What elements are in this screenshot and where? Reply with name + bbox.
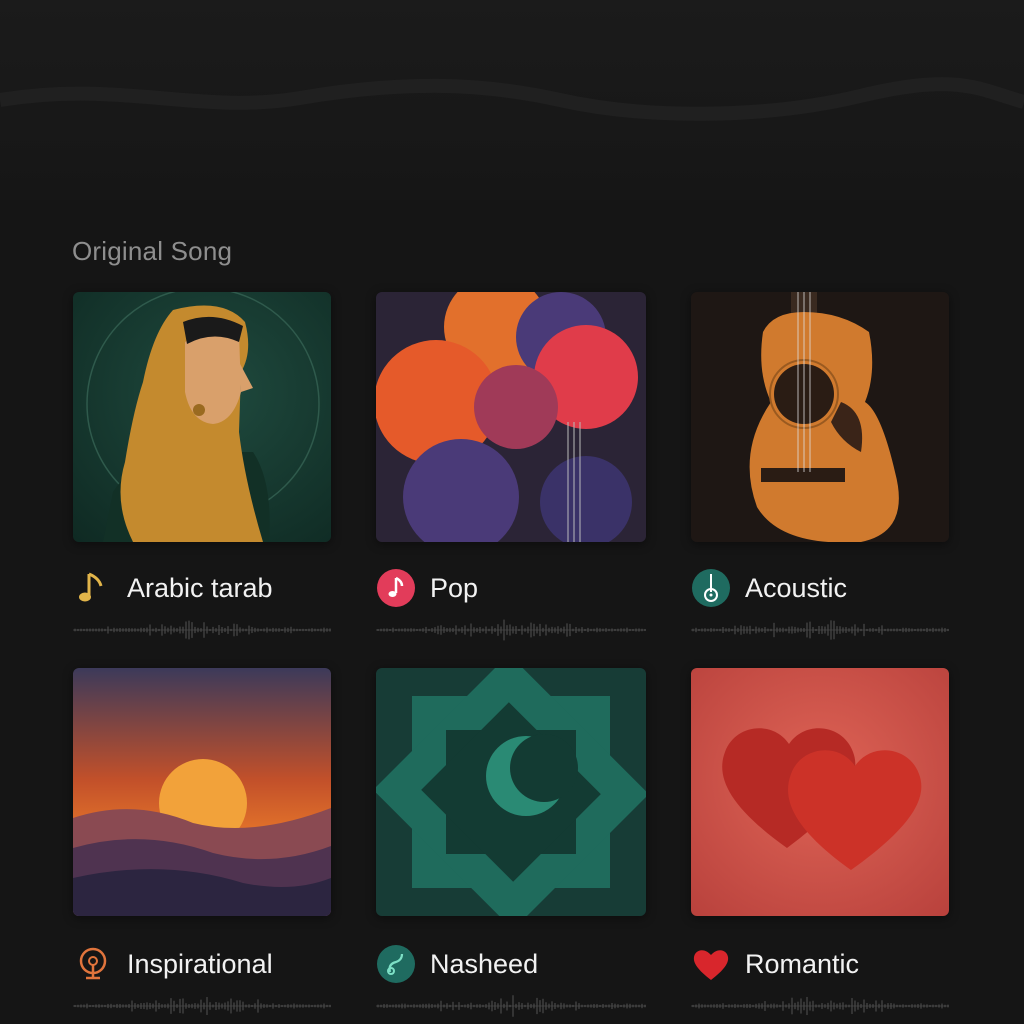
colorful-circles-artwork[interactable]: [376, 292, 646, 542]
genre-card-acoustic[interactable]: Acoustic: [691, 292, 951, 642]
audio-waveform: [691, 618, 949, 642]
nasheed-badge-icon: [376, 944, 416, 984]
woman-in-headscarf-artwork[interactable]: [73, 292, 331, 542]
genre-card-nasheed[interactable]: Nasheed: [376, 668, 648, 1018]
audio-waveform: [376, 994, 646, 1018]
genre-label-nasheed: Nasheed: [430, 948, 539, 979]
audio-waveform: [691, 994, 949, 1018]
genre-label-pop: Pop: [430, 572, 479, 603]
header-waveform: [0, 77, 1024, 121]
audio-waveform: [73, 618, 331, 642]
music-note-icon: [73, 568, 113, 608]
heart-icon: [691, 944, 731, 984]
genre-card-arabic-tarab[interactable]: Arabic tarab: [73, 292, 333, 642]
genre-label-romantic: Romantic: [745, 948, 860, 979]
genre-label-acoustic: Acoustic: [745, 572, 848, 603]
two-hearts-artwork[interactable]: [691, 668, 949, 916]
music-note-badge-icon: [376, 568, 416, 608]
sunset-mountains-artwork[interactable]: [73, 668, 331, 916]
genre-card-pop[interactable]: Pop: [376, 292, 648, 642]
genre-label-arabic-tarab: Arabic tarab: [127, 572, 273, 603]
acoustic-guitar-artwork[interactable]: [691, 292, 949, 542]
audio-waveform: [376, 618, 646, 642]
audio-waveform: [73, 994, 331, 1018]
crescent-star-artwork[interactable]: [376, 668, 646, 916]
genre-label-inspirational: Inspirational: [127, 948, 273, 979]
genre-card-romantic[interactable]: Romantic: [691, 668, 951, 1018]
genre-card-inspirational[interactable]: Inspirational: [73, 668, 333, 1018]
section-title: Original Song: [72, 236, 233, 266]
microphone-icon: [73, 944, 113, 984]
guitar-badge-icon: [691, 568, 731, 608]
